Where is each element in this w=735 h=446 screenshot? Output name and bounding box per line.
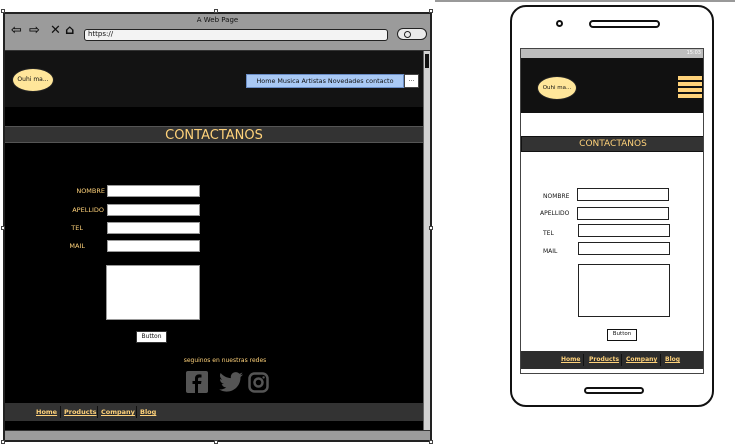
logo[interactable]: Ouhi ma... [12,68,54,92]
mobile-page-title: CONTACTANOS [521,136,703,152]
mobile-message-textarea[interactable] [578,264,670,317]
title-band: CONTACTANOS [5,126,423,143]
browser-status-bar [5,430,430,440]
page-footer: Home Products Company Blog [5,403,423,421]
page-header: Ouhi ma... Home Musica Artistas Novedade… [5,51,423,107]
mobile-footer-link-home[interactable]: Home [561,356,580,363]
resize-handle[interactable] [1,9,5,13]
mobile-footer-link-company[interactable]: Company [626,356,657,363]
label-mail: MAIL [69,242,85,250]
mobile-logo[interactable]: Ouhi ma... [537,76,577,100]
home-button[interactable] [584,387,644,394]
resize-handle[interactable] [1,440,5,444]
top-menu[interactable]: Home Musica Artistas Novedades contacto [246,74,404,88]
mobile-apellido-input[interactable] [577,207,669,220]
mail-input[interactable] [107,240,200,252]
footer-divider [621,354,622,366]
footer-divider [660,354,661,366]
resize-handle[interactable] [429,226,433,230]
url-bar[interactable]: https:// [84,29,388,41]
speaker-grille [589,20,660,28]
mobile-label-nombre: NOMBRE [543,193,570,200]
mobile-label-apellido: APELLIDO [540,210,570,217]
search-icon[interactable] [397,28,427,40]
mobile-label-tel: TEL [543,230,554,237]
page-title: CONTACTANOS [165,128,263,143]
tel-input[interactable] [107,222,200,234]
canvas-edge [435,0,735,2]
status-time: 15:03 [686,50,701,56]
nombre-input[interactable] [107,185,200,197]
status-bar: 15:03 [521,49,703,58]
close-icon[interactable]: ✕ [50,23,61,38]
mobile-footer: Home Products Company Blog [521,351,703,369]
resize-handle[interactable] [429,9,433,13]
mobile-mail-input[interactable] [578,242,670,255]
footer-link-blog[interactable]: Blog [140,408,156,416]
apellido-input[interactable] [107,204,200,216]
hamburger-menu-icon[interactable] [678,94,702,98]
social-text: seguinos en nuestras redes [183,357,267,364]
footer-divider [97,406,98,418]
label-tel: TEL [71,224,83,232]
mobile-footer-link-products[interactable]: Products [589,356,619,363]
vertical-scrollbar[interactable] [423,51,430,430]
instagram-icon[interactable] [248,372,269,393]
mobile-tel-input[interactable] [578,224,670,237]
menu-more-button[interactable]: ... [404,74,419,88]
hamburger-menu-icon[interactable] [678,82,702,86]
footer-link-products[interactable]: Products [64,408,97,416]
twitter-icon[interactable] [219,372,243,392]
mobile-footer-link-blog[interactable]: Blog [665,356,680,363]
label-apellido: APELLIDO [72,206,104,214]
resize-handle[interactable] [1,226,5,230]
hamburger-menu-icon[interactable] [678,88,702,92]
footer-divider [60,406,61,418]
mobile-submit-button[interactable]: Button [607,329,637,341]
home-icon[interactable]: ⌂ [65,23,74,38]
mobile-header: Ouhi ma... [521,58,703,113]
footer-divider [583,354,584,366]
footer-link-home[interactable]: Home [36,408,57,416]
back-arrow-icon[interactable]: ⇦ [11,23,22,38]
resize-handle[interactable] [214,9,218,13]
page-content: Ouhi ma... Home Musica Artistas Novedade… [5,51,423,430]
browser-window: A Web Page ⇦ ⇨ ✕ ⌂ https:// Ouhi ma... H… [3,12,432,442]
camera-icon [556,20,563,27]
phone-frame: 15:03 Ouhi ma... CONTACTANOS NOMBRE APEL… [510,5,714,407]
resize-handle[interactable] [214,440,218,444]
footer-link-company[interactable]: Company [101,408,135,416]
submit-button[interactable]: Button [136,331,167,343]
browser-titlebar: A Web Page ⇦ ⇨ ✕ ⌂ https:// [5,14,430,51]
label-nombre: NOMBRE [76,187,105,195]
forward-arrow-icon[interactable]: ⇨ [29,23,40,38]
hamburger-menu-icon[interactable] [678,76,702,80]
message-textarea[interactable] [106,265,200,320]
mobile-label-mail: MAIL [543,248,558,255]
facebook-icon[interactable] [186,371,208,393]
footer-divider [136,406,137,418]
phone-screen: 15:03 Ouhi ma... CONTACTANOS NOMBRE APEL… [520,48,704,374]
mobile-nombre-input[interactable] [577,188,669,201]
scrollbar-thumb[interactable] [425,54,429,68]
resize-handle[interactable] [429,440,433,444]
